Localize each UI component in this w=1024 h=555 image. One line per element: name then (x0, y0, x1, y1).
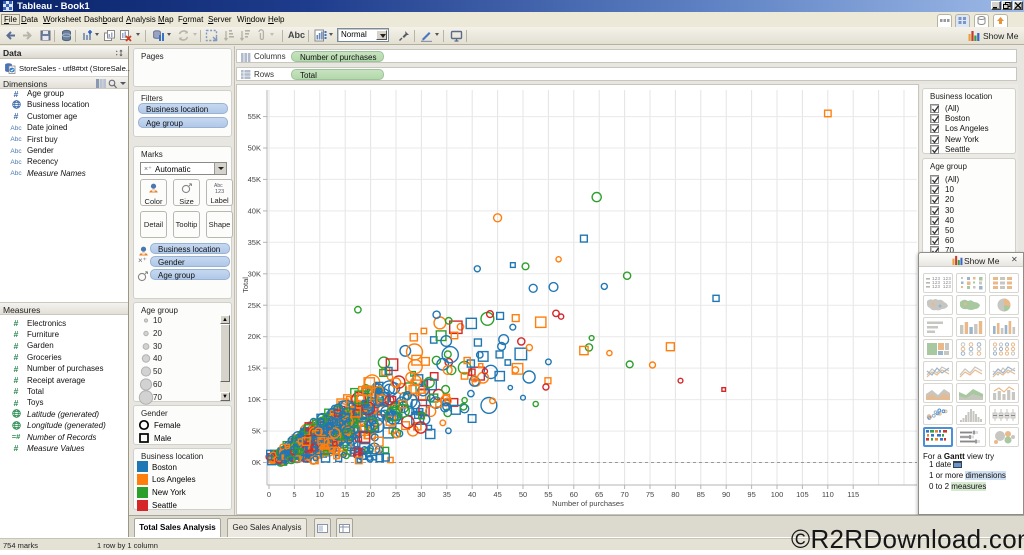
svg-text:Total: Total (241, 277, 250, 293)
svg-text:90: 90 (722, 490, 730, 499)
svg-text:Number of purchases: Number of purchases (552, 499, 624, 508)
svg-text:40: 40 (468, 490, 476, 499)
svg-text:50K: 50K (248, 144, 261, 153)
svg-text:123: 123 (215, 189, 224, 194)
svg-text:20: 20 (366, 490, 374, 499)
svg-text:35K: 35K (248, 238, 261, 247)
svg-text:65: 65 (595, 490, 603, 499)
svg-text:55: 55 (544, 490, 552, 499)
svg-text:10: 10 (316, 490, 324, 499)
svg-text:60: 60 (570, 490, 578, 499)
svg-text:5K: 5K (252, 427, 261, 436)
svg-text:40K: 40K (248, 206, 261, 215)
svg-text:15: 15 (341, 490, 349, 499)
svg-text:70: 70 (620, 490, 628, 499)
svg-text:5: 5 (292, 490, 296, 499)
svg-text:20K: 20K (248, 332, 261, 341)
svg-text:105: 105 (796, 490, 809, 499)
svg-text:100: 100 (771, 490, 784, 499)
svg-text:85: 85 (697, 490, 705, 499)
svg-text:45: 45 (493, 490, 501, 499)
svg-text:30: 30 (417, 490, 425, 499)
svg-text:0: 0 (267, 490, 271, 499)
svg-text:10K: 10K (248, 395, 261, 404)
svg-text:55K: 55K (248, 112, 261, 121)
svg-text:115: 115 (847, 490, 859, 499)
svg-text:30K: 30K (248, 269, 261, 278)
svg-text:50: 50 (519, 490, 527, 499)
svg-text:80: 80 (671, 490, 679, 499)
svg-text:15K: 15K (248, 364, 261, 373)
svg-text:25K: 25K (248, 301, 261, 310)
svg-text:95: 95 (747, 490, 755, 499)
svg-text:35: 35 (443, 490, 451, 499)
svg-text:0K: 0K (252, 458, 261, 467)
svg-text:123 123: 123 123 (932, 284, 951, 290)
svg-text:45K: 45K (248, 175, 261, 184)
svg-text:110: 110 (822, 490, 834, 499)
svg-text:75: 75 (646, 490, 654, 499)
svg-text:25: 25 (392, 490, 400, 499)
